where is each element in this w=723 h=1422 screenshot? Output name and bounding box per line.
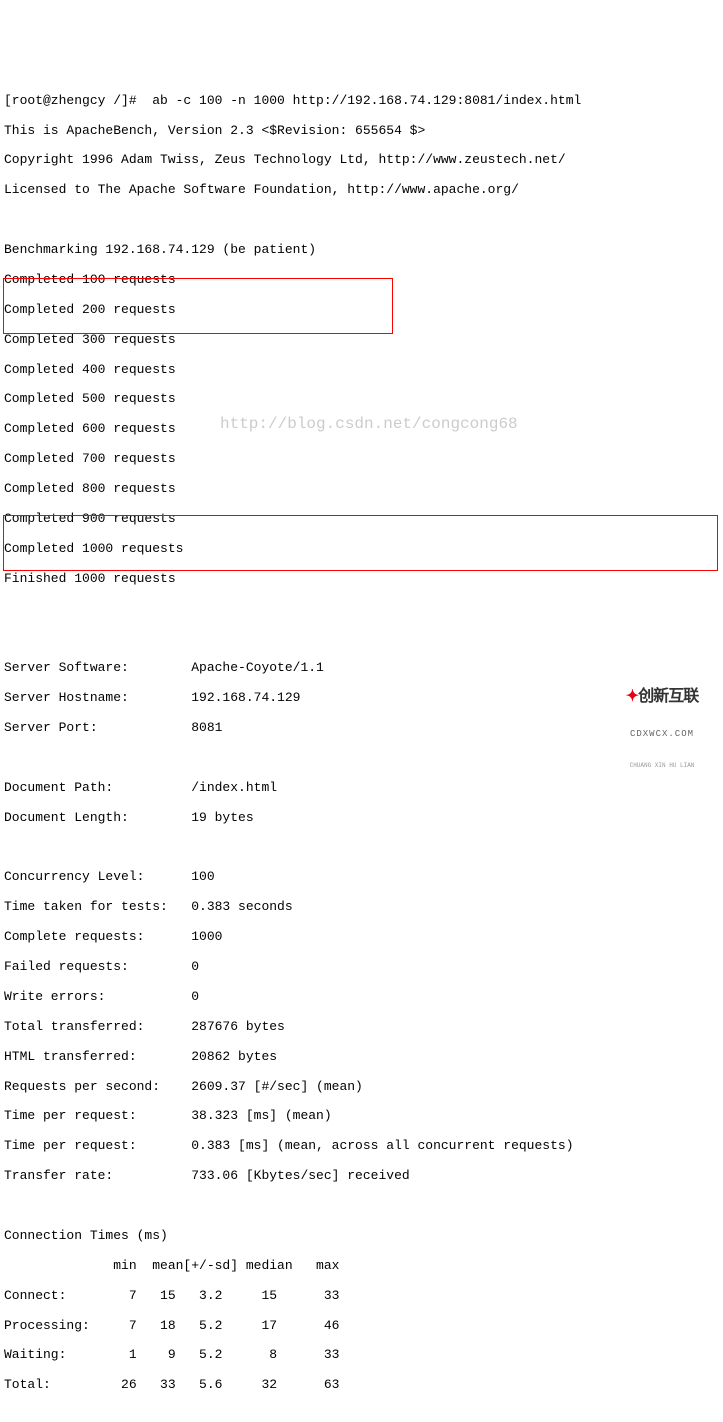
logo-main-text: 创新互联 (638, 688, 698, 706)
progress-line: Completed 600 requests (4, 422, 719, 437)
requests-per-second: Requests per second: 2609.37 [#/sec] (me… (4, 1080, 719, 1095)
failed-requests: Failed requests: 0 (4, 960, 719, 975)
blank-line (4, 213, 719, 228)
complete-requests: Complete requests: 1000 (4, 930, 719, 945)
conn-times-header: min mean[+/-sd] median max (4, 1259, 719, 1274)
logo-small-text: CHUANG XIN HU LIAN (607, 763, 717, 770)
header-version: This is ApacheBench, Version 2.3 <$Revis… (4, 124, 719, 139)
progress-line: Completed 500 requests (4, 392, 719, 407)
blank-line (4, 1199, 719, 1214)
progress-line: Completed 200 requests (4, 303, 719, 318)
transfer-rate: Transfer rate: 733.06 [Kbytes/sec] recei… (4, 1169, 719, 1184)
total-transferred: Total transferred: 287676 bytes (4, 1020, 719, 1035)
blank-line (4, 1408, 719, 1422)
document-length: Document Length: 19 bytes (4, 811, 719, 826)
benchmarking-line: Benchmarking 192.168.74.129 (be patient) (4, 243, 719, 258)
progress-line: Completed 700 requests (4, 452, 719, 467)
progress-line: Completed 400 requests (4, 363, 719, 378)
conn-times-processing: Processing: 7 18 5.2 17 46 (4, 1319, 719, 1334)
conn-times-connect: Connect: 7 15 3.2 15 33 (4, 1289, 719, 1304)
write-errors: Write errors: 0 (4, 990, 719, 1005)
conn-times-title: Connection Times (ms) (4, 1229, 719, 1244)
blank-line (4, 602, 719, 617)
time-taken: Time taken for tests: 0.383 seconds (4, 900, 719, 915)
progress-line: Finished 1000 requests (4, 572, 719, 587)
conn-times-waiting: Waiting: 1 9 5.2 8 33 (4, 1348, 719, 1363)
time-per-request-2: Time per request: 0.383 [ms] (mean, acro… (4, 1139, 719, 1154)
header-copyright: Copyright 1996 Adam Twiss, Zeus Technolo… (4, 153, 719, 168)
conn-times-total: Total: 26 33 5.6 32 63 (4, 1378, 719, 1393)
logo-sub-text: CDXWCX.COM (607, 729, 717, 739)
blank-line (4, 841, 719, 856)
time-per-request-1: Time per request: 38.323 [ms] (mean) (4, 1109, 719, 1124)
brand-logo: ✦创新互联 CDXWCX.COM CHUANG XIN HU LIAN (607, 665, 717, 701)
progress-line: Completed 100 requests (4, 273, 719, 288)
document-path: Document Path: /index.html (4, 781, 719, 796)
html-transferred: HTML transferred: 20862 bytes (4, 1050, 719, 1065)
concurrency-level: Concurrency Level: 100 (4, 870, 719, 885)
header-license: Licensed to The Apache Software Foundati… (4, 183, 719, 198)
progress-line: Completed 1000 requests (4, 542, 719, 557)
progress-line: Completed 900 requests (4, 512, 719, 527)
command-line: [root@zhengcy /]# ab -c 100 -n 1000 http… (4, 94, 719, 109)
progress-line: Completed 300 requests (4, 333, 719, 348)
progress-line: Completed 800 requests (4, 482, 719, 497)
blank-line (4, 631, 719, 646)
